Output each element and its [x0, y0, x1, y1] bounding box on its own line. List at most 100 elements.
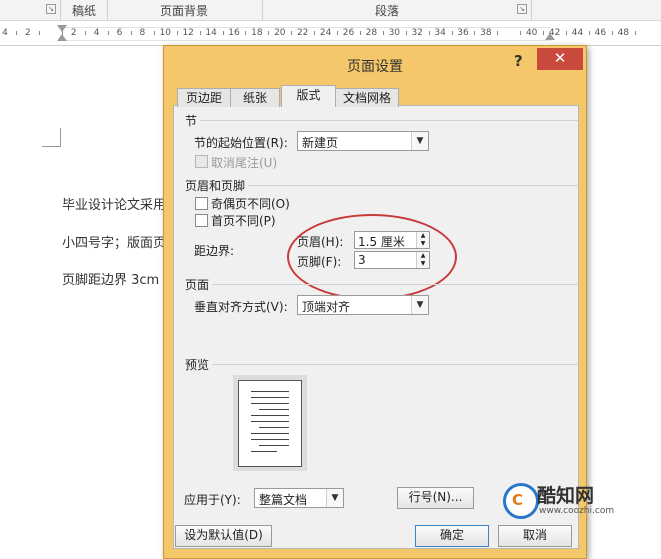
first-page-checkbox[interactable]	[195, 214, 208, 227]
preview-line	[259, 409, 289, 410]
vertical-alignment-dropdown[interactable]: 顶端对齐 ▼	[297, 295, 429, 315]
ribbon-group-label: 页面背景	[160, 4, 209, 18]
ruler-tick	[405, 31, 407, 35]
ruler-number: 8	[139, 28, 146, 38]
first-line-indent-marker[interactable]	[57, 25, 67, 32]
set-default-button[interactable]: 设为默认值(D)	[175, 525, 272, 547]
ribbon-group-label: 稿纸	[72, 4, 97, 18]
preview-line	[251, 397, 289, 398]
annotation-circle	[287, 214, 457, 300]
header-footer-heading: 页眉和页脚	[185, 179, 246, 193]
ruler-number: 28	[365, 28, 378, 38]
header-footer-divider	[248, 185, 578, 186]
ruler-tick	[451, 31, 453, 35]
from-edge-label: 距边界:	[194, 244, 235, 258]
preview-line	[251, 421, 289, 422]
vertical-alignment-label: 垂直对齐方式(V):	[194, 300, 288, 314]
apply-to-dropdown[interactable]: 整篇文档 ▼	[254, 488, 344, 508]
help-button[interactable]: ?	[514, 52, 523, 70]
preview-line	[251, 439, 289, 440]
ruler-tick	[588, 31, 590, 35]
ruler-tick	[153, 31, 155, 35]
ruler-tick	[130, 31, 132, 35]
ruler-tick	[222, 31, 224, 35]
document-line[interactable]: 毕业设计论文采用	[62, 194, 166, 213]
ruler-tick	[497, 31, 499, 35]
ruler-number: 10	[159, 28, 172, 38]
page-preview	[233, 375, 307, 471]
logo-letter: C	[512, 491, 524, 509]
suppress-endnotes-label: 取消尾注(U)	[211, 156, 278, 170]
suppress-endnotes-checkbox[interactable]	[195, 155, 208, 168]
preview-page	[238, 380, 302, 467]
ruler-tick	[382, 31, 384, 35]
preview-line	[251, 451, 277, 452]
section-start-dropdown[interactable]: 新建页 ▼	[297, 131, 429, 151]
odd-even-label: 奇偶页不同(O)	[211, 197, 290, 211]
watermark-url: www.coozhi.com	[539, 506, 615, 516]
ruler-tick	[543, 31, 545, 35]
document-line[interactable]: 小四号字；版面页	[62, 232, 166, 251]
ribbon-separator	[262, 0, 263, 20]
chevron-down-icon[interactable]: ▼	[411, 296, 428, 314]
preview-line	[259, 445, 289, 446]
ribbon-separator	[60, 0, 61, 20]
ruler-number: 16	[228, 28, 240, 38]
coozhi-logo-icon: C	[503, 483, 539, 519]
preview-divider	[212, 364, 578, 365]
tab-margins[interactable]: 页边距	[177, 88, 231, 107]
ruler-number: 4	[93, 28, 100, 38]
vertical-alignment-value: 顶端对齐	[302, 300, 351, 314]
ok-button[interactable]: 确定	[415, 525, 489, 547]
line-numbers-button[interactable]: 行号(N)...	[397, 487, 474, 509]
ruler-number: 2	[25, 28, 31, 38]
preview-line	[251, 415, 289, 416]
ribbon-separator	[107, 0, 108, 20]
page-heading: 页面	[185, 278, 210, 292]
tab-document-grid[interactable]: 文档网格	[335, 88, 399, 107]
preview-line	[251, 433, 289, 434]
apply-to-value: 整篇文档	[259, 493, 308, 507]
section-start-value: 新建页	[302, 136, 339, 150]
ruler-number: 20	[274, 28, 286, 38]
odd-even-checkbox[interactable]	[195, 197, 208, 210]
ribbon-group-strip: ↘ 稿纸 页面背景 段落 ↘	[0, 0, 661, 21]
ruler-tick	[291, 31, 293, 35]
section-start-label: 节的起始位置(R):	[194, 136, 288, 150]
ruler-number: 48	[617, 28, 630, 38]
section-divider	[200, 120, 578, 121]
right-indent-marker[interactable]	[545, 33, 555, 40]
ruler-number: 32	[411, 28, 423, 38]
close-button[interactable]: ✕	[537, 48, 583, 70]
ruler-tick	[314, 31, 316, 35]
ruler-tick	[199, 31, 201, 35]
ruler-tick	[108, 31, 110, 35]
document-line[interactable]: 页脚距边界 3cm	[62, 269, 159, 288]
preview-line	[259, 427, 289, 428]
preview-heading: 预览	[185, 358, 210, 372]
ruler-tick	[520, 31, 522, 35]
ruler-number: 18	[251, 28, 263, 38]
ruler-tick	[39, 31, 41, 35]
ruler-number: 36	[457, 28, 469, 38]
ruler-number: 4	[2, 28, 8, 38]
page-divider	[212, 284, 578, 285]
ruler-tick	[337, 31, 339, 35]
ruler-number: 38	[480, 28, 492, 38]
ruler-number: 22	[296, 28, 309, 38]
cancel-button[interactable]: 取消	[498, 525, 572, 547]
ruler-number: 2	[70, 28, 77, 38]
dialog-launcher-icon[interactable]: ↘	[46, 4, 56, 14]
ruler-number: 44	[571, 28, 584, 38]
dialog-launcher-icon[interactable]: ↘	[517, 4, 527, 14]
horizontal-ruler[interactable]: 4 2 2 4 6 8 10 12 14 16 18 20 22 24 26 28 30 32 34 36 38 40 42…	[0, 21, 661, 46]
hanging-indent-marker[interactable]	[57, 34, 67, 41]
tab-layout[interactable]: 版式	[281, 85, 336, 107]
ruler-tick	[359, 31, 361, 35]
tab-paper[interactable]: 纸张	[230, 88, 280, 107]
ruler-tick	[634, 31, 636, 35]
ruler-tick	[85, 31, 87, 35]
chevron-down-icon[interactable]: ▼	[411, 132, 428, 150]
chevron-down-icon[interactable]: ▼	[326, 489, 343, 507]
ruler-number: 26	[342, 28, 355, 38]
